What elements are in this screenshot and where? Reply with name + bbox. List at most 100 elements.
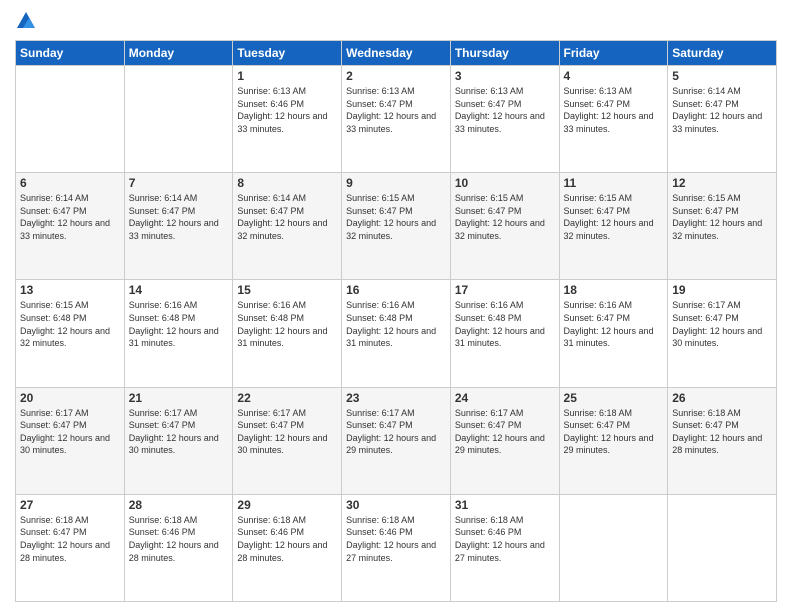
day-info: Sunrise: 6:18 AM Sunset: 6:47 PM Dayligh… [20, 514, 120, 564]
day-info: Sunrise: 6:15 AM Sunset: 6:47 PM Dayligh… [672, 192, 772, 242]
calendar-cell: 6 Sunrise: 6:14 AM Sunset: 6:47 PM Daylig… [16, 173, 125, 280]
calendar-cell: 8Sunrise: 6:14 AM Sunset: 6:47 PM Daylig… [233, 173, 342, 280]
day-number: 15 [237, 283, 337, 297]
calendar-week-row: 13 Sunrise: 6:15 AM Sunset: 6:48 PM Dayli… [16, 280, 777, 387]
day-info: Sunrise: 6:15 AM Sunset: 6:47 PM Dayligh… [346, 192, 446, 242]
day-info: Sunrise: 6:14 AM Sunset: 6:47 PM Dayligh… [20, 192, 120, 242]
day-info: Sunrise: 6:18 AM Sunset: 6:46 PM Dayligh… [455, 514, 555, 564]
day-number: 21 [129, 391, 229, 405]
day-info: Sunrise: 6:17 AM Sunset: 6:47 PM Dayligh… [346, 407, 446, 457]
calendar-cell: 4 Sunrise: 6:13 AM Sunset: 6:47 PM Daylig… [559, 66, 668, 173]
calendar-cell: 13 Sunrise: 6:15 AM Sunset: 6:48 PM Dayli… [16, 280, 125, 387]
day-info: Sunrise: 6:16 AM Sunset: 6:48 PM Dayligh… [346, 299, 446, 349]
day-number: 5 [672, 69, 772, 83]
calendar-cell: 11 Sunrise: 6:15 AM Sunset: 6:47 PM Dayli… [559, 173, 668, 280]
calendar-cell: 22 Sunrise: 6:17 AM Sunset: 6:47 PM Dayli… [233, 387, 342, 494]
day-info: Sunrise: 6:15 AM Sunset: 6:47 PM Dayligh… [564, 192, 664, 242]
calendar-cell: 2Sunrise: 6:13 AM Sunset: 6:47 PM Daylig… [342, 66, 451, 173]
day-number: 7 [129, 176, 229, 190]
calendar-week-row: 27 Sunrise: 6:18 AM Sunset: 6:47 PM Dayli… [16, 494, 777, 601]
calendar-cell: 19 Sunrise: 6:17 AM Sunset: 6:47 PM Dayli… [668, 280, 777, 387]
calendar-cell: 15 Sunrise: 6:16 AM Sunset: 6:48 PM Dayli… [233, 280, 342, 387]
calendar-cell: 20 Sunrise: 6:17 AM Sunset: 6:47 PM Dayli… [16, 387, 125, 494]
day-info: Sunrise: 6:15 AM Sunset: 6:47 PM Dayligh… [455, 192, 555, 242]
day-number: 27 [20, 498, 120, 512]
day-info: Sunrise: 6:13 AM Sunset: 6:47 PM Dayligh… [455, 85, 555, 135]
day-number: 11 [564, 176, 664, 190]
day-info: Sunrise: 6:17 AM Sunset: 6:47 PM Dayligh… [20, 407, 120, 457]
day-number: 3 [455, 69, 555, 83]
day-number: 30 [346, 498, 446, 512]
day-number: 17 [455, 283, 555, 297]
calendar-cell: 14Sunrise: 6:16 AM Sunset: 6:48 PM Dayli… [124, 280, 233, 387]
calendar-cell: 27 Sunrise: 6:18 AM Sunset: 6:47 PM Dayli… [16, 494, 125, 601]
day-number: 25 [564, 391, 664, 405]
day-info: Sunrise: 6:16 AM Sunset: 6:48 PM Dayligh… [237, 299, 337, 349]
day-info: Sunrise: 6:18 AM Sunset: 6:47 PM Dayligh… [672, 407, 772, 457]
day-number: 1 [237, 69, 337, 83]
day-number: 12 [672, 176, 772, 190]
day-info: Sunrise: 6:17 AM Sunset: 6:47 PM Dayligh… [237, 407, 337, 457]
calendar-cell: 16Sunrise: 6:16 AM Sunset: 6:48 PM Dayli… [342, 280, 451, 387]
header [15, 10, 777, 32]
calendar-cell: 26 Sunrise: 6:18 AM Sunset: 6:47 PM Dayli… [668, 387, 777, 494]
calendar-cell [668, 494, 777, 601]
calendar-cell [559, 494, 668, 601]
day-info: Sunrise: 6:14 AM Sunset: 6:47 PM Dayligh… [672, 85, 772, 135]
calendar-week-row: 6 Sunrise: 6:14 AM Sunset: 6:47 PM Daylig… [16, 173, 777, 280]
calendar-day-header: Saturday [668, 41, 777, 66]
calendar-day-header: Sunday [16, 41, 125, 66]
day-number: 23 [346, 391, 446, 405]
day-info: Sunrise: 6:13 AM Sunset: 6:47 PM Dayligh… [346, 85, 446, 135]
calendar-week-row: 20 Sunrise: 6:17 AM Sunset: 6:47 PM Dayli… [16, 387, 777, 494]
day-number: 4 [564, 69, 664, 83]
day-number: 18 [564, 283, 664, 297]
day-number: 26 [672, 391, 772, 405]
day-number: 9 [346, 176, 446, 190]
calendar-cell: 10Sunrise: 6:15 AM Sunset: 6:47 PM Dayli… [450, 173, 559, 280]
day-info: Sunrise: 6:18 AM Sunset: 6:46 PM Dayligh… [346, 514, 446, 564]
calendar-header-row: SundayMondayTuesdayWednesdayThursdayFrid… [16, 41, 777, 66]
calendar-day-header: Thursday [450, 41, 559, 66]
calendar-cell: 17 Sunrise: 6:16 AM Sunset: 6:48 PM Dayli… [450, 280, 559, 387]
calendar-cell: 24Sunrise: 6:17 AM Sunset: 6:47 PM Dayli… [450, 387, 559, 494]
calendar-week-row: 1Sunrise: 6:13 AM Sunset: 6:46 PM Daylig… [16, 66, 777, 173]
day-number: 29 [237, 498, 337, 512]
calendar-day-header: Friday [559, 41, 668, 66]
day-info: Sunrise: 6:17 AM Sunset: 6:47 PM Dayligh… [672, 299, 772, 349]
calendar-cell: 30 Sunrise: 6:18 AM Sunset: 6:46 PM Dayli… [342, 494, 451, 601]
day-info: Sunrise: 6:14 AM Sunset: 6:47 PM Dayligh… [129, 192, 229, 242]
day-number: 13 [20, 283, 120, 297]
calendar-cell: 28 Sunrise: 6:18 AM Sunset: 6:46 PM Dayli… [124, 494, 233, 601]
calendar-cell: 18Sunrise: 6:16 AM Sunset: 6:47 PM Dayli… [559, 280, 668, 387]
calendar-cell: 31 Sunrise: 6:18 AM Sunset: 6:46 PM Dayli… [450, 494, 559, 601]
calendar-cell: 1Sunrise: 6:13 AM Sunset: 6:46 PM Daylig… [233, 66, 342, 173]
day-number: 31 [455, 498, 555, 512]
day-info: Sunrise: 6:17 AM Sunset: 6:47 PM Dayligh… [455, 407, 555, 457]
calendar-cell: 12 Sunrise: 6:15 AM Sunset: 6:47 PM Dayli… [668, 173, 777, 280]
day-info: Sunrise: 6:18 AM Sunset: 6:47 PM Dayligh… [564, 407, 664, 457]
day-info: Sunrise: 6:18 AM Sunset: 6:46 PM Dayligh… [237, 514, 337, 564]
calendar-day-header: Monday [124, 41, 233, 66]
day-info: Sunrise: 6:16 AM Sunset: 6:48 PM Dayligh… [455, 299, 555, 349]
calendar-cell: 3 Sunrise: 6:13 AM Sunset: 6:47 PM Daylig… [450, 66, 559, 173]
calendar-cell: 25 Sunrise: 6:18 AM Sunset: 6:47 PM Dayli… [559, 387, 668, 494]
calendar-cell [124, 66, 233, 173]
day-number: 28 [129, 498, 229, 512]
logo-icon [15, 10, 37, 32]
day-number: 6 [20, 176, 120, 190]
day-info: Sunrise: 6:17 AM Sunset: 6:47 PM Dayligh… [129, 407, 229, 457]
day-info: Sunrise: 6:18 AM Sunset: 6:46 PM Dayligh… [129, 514, 229, 564]
calendar-table: SundayMondayTuesdayWednesdayThursdayFrid… [15, 40, 777, 602]
day-info: Sunrise: 6:13 AM Sunset: 6:47 PM Dayligh… [564, 85, 664, 135]
logo [15, 10, 41, 32]
day-number: 19 [672, 283, 772, 297]
page: SundayMondayTuesdayWednesdayThursdayFrid… [0, 0, 792, 612]
day-number: 20 [20, 391, 120, 405]
day-number: 14 [129, 283, 229, 297]
calendar-cell: 7 Sunrise: 6:14 AM Sunset: 6:47 PM Daylig… [124, 173, 233, 280]
calendar-cell: 23 Sunrise: 6:17 AM Sunset: 6:47 PM Dayli… [342, 387, 451, 494]
day-number: 22 [237, 391, 337, 405]
day-info: Sunrise: 6:15 AM Sunset: 6:48 PM Dayligh… [20, 299, 120, 349]
day-info: Sunrise: 6:14 AM Sunset: 6:47 PM Dayligh… [237, 192, 337, 242]
